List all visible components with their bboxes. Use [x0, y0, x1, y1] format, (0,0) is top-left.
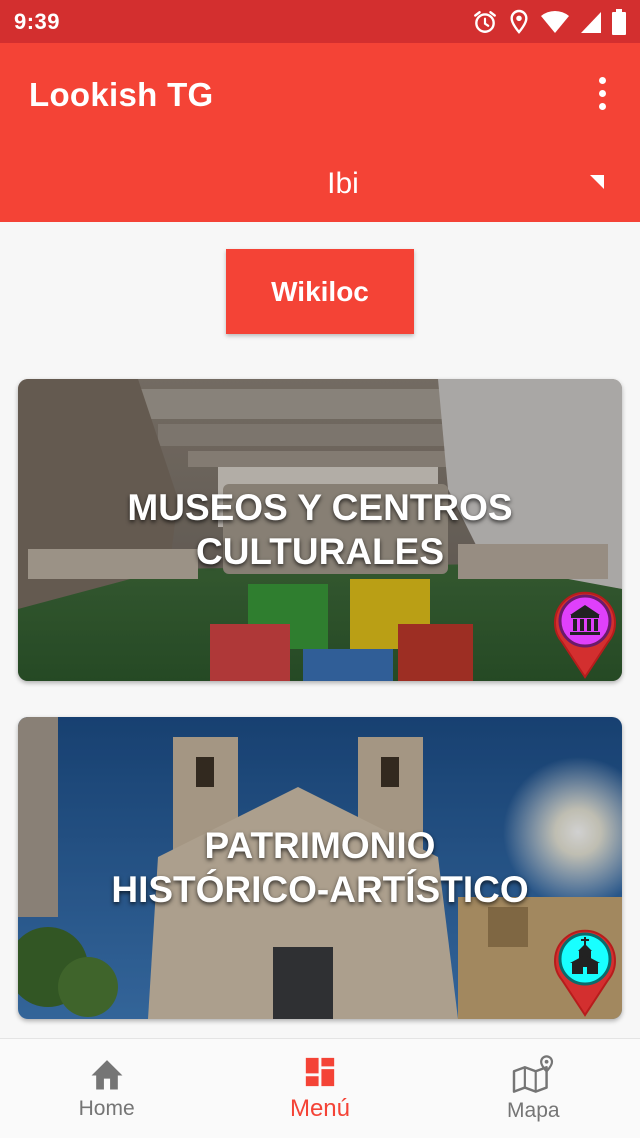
card-title: MUSEOS Y CENTROS CULTURALES: [127, 487, 513, 572]
location-icon: [508, 9, 530, 35]
bottom-nav: Home Menú Mapa: [0, 1038, 640, 1138]
nav-label-mapa: Mapa: [507, 1098, 560, 1122]
wifi-icon: [540, 10, 570, 34]
nav-item-mapa[interactable]: Mapa: [427, 1039, 640, 1138]
status-time: 9:39: [14, 8, 61, 34]
more-vert-icon[interactable]: [590, 73, 614, 113]
battery-icon: [612, 8, 626, 35]
city-selector[interactable]: Ibi: [0, 153, 640, 213]
category-card-patrimonio[interactable]: PATRIMONIO HISTÓRICO-ARTÍSTICO: [18, 717, 622, 1019]
dropdown-arrow-icon: [590, 175, 604, 189]
alarm-icon: [472, 9, 498, 35]
wikiloc-button[interactable]: Wikiloc: [226, 249, 414, 334]
card-title-line2: HISTÓRICO-ARTÍSTICO: [111, 869, 529, 910]
signal-icon: [580, 10, 602, 34]
church-icon: [554, 929, 616, 1017]
nav-item-home[interactable]: Home: [0, 1039, 213, 1138]
city-selector-value: Ibi: [327, 167, 359, 200]
card-title-line1: PATRIMONIO: [204, 825, 436, 866]
category-card-museos[interactable]: MUSEOS Y CENTROS CULTURALES: [18, 379, 622, 681]
status-bar: 9:39: [0, 0, 640, 43]
nav-label-home: Home: [78, 1096, 135, 1120]
app-title: Lookish TG: [29, 76, 214, 113]
dashboard-icon: [305, 1057, 335, 1086]
nav-item-menu[interactable]: Menú: [213, 1039, 426, 1138]
status-icons: [472, 8, 626, 35]
museum-icon: [554, 591, 616, 679]
nav-label-menu: Menú: [289, 1094, 351, 1122]
map-icon: [513, 1054, 554, 1093]
app-bar: Lookish TG Ibi: [0, 43, 640, 222]
card-title: PATRIMONIO HISTÓRICO-ARTÍSTICO: [18, 824, 622, 912]
home-icon: [91, 1059, 123, 1089]
